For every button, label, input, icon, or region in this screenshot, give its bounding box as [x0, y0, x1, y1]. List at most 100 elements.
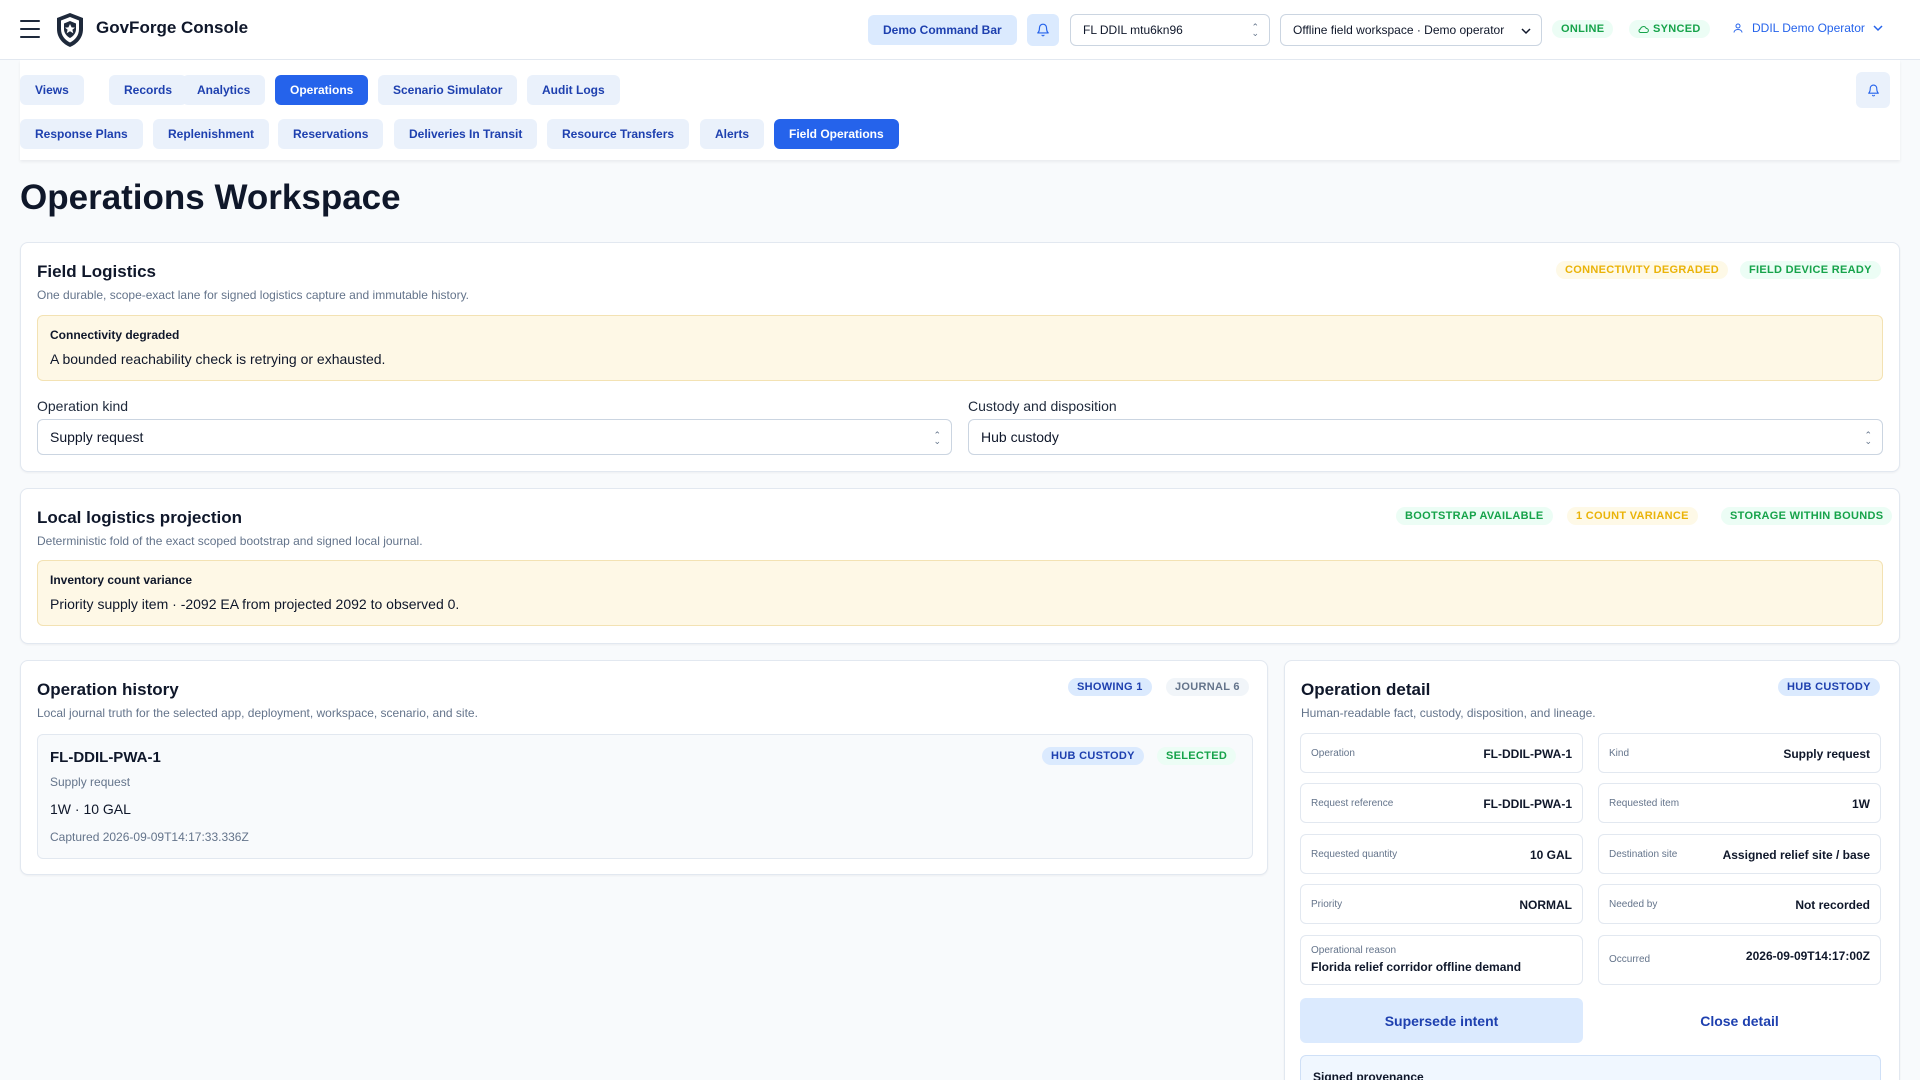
connectivity-notice: Connectivity degraded A bounded reachabi…: [37, 315, 1883, 381]
status-synced-label: SYNCED: [1653, 23, 1701, 35]
custody-select[interactable]: Hub custody ⌃ ⌄: [968, 419, 1883, 455]
user-menu[interactable]: DDIL Demo Operator: [1732, 21, 1883, 35]
ddil-select[interactable]: FL DDIL mtu6kn96 ⌃ ⌄: [1070, 14, 1270, 46]
top-bar: GovForge Console Demo Command Bar FL DDI…: [0, 0, 1920, 60]
tab-views[interactable]: Views: [20, 75, 84, 105]
detail-field-operation: Operation FL-DDIL-PWA-1: [1300, 733, 1583, 773]
menu-icon[interactable]: [20, 20, 40, 38]
workspace-select-value: Offline field workspace · Demo operator: [1293, 23, 1505, 37]
field-label: Request reference: [1311, 798, 1394, 809]
custody-value: Hub custody: [981, 429, 1059, 445]
hub-custody-badge: HUB CUSTODY: [1778, 678, 1880, 696]
detail-field-kind: Kind Supply request: [1598, 733, 1881, 773]
shield-logo: [57, 13, 83, 47]
captured-timestamp: Captured 2026-09-09T14:17:33.336Z: [50, 830, 249, 844]
field-label: Priority: [1311, 899, 1343, 910]
card-subtitle: Human-readable fact, custody, dispositio…: [1301, 706, 1596, 720]
page-title: Operations Workspace: [20, 178, 401, 217]
bell-icon: [1037, 23, 1049, 37]
notice-title: Inventory count variance: [50, 573, 193, 587]
field-value: 2026-09-09T14:17:00Z: [1745, 949, 1870, 963]
detail-field-occurred: Occurred 2026-09-09T14:17:00Z: [1598, 935, 1881, 985]
detail-field-requested-quantity: Requested quantity 10 GAL: [1300, 834, 1583, 874]
field-label: Operation: [1311, 748, 1355, 759]
card-title: Operation history: [37, 680, 179, 699]
card-subtitle: One durable, scope-exact lane for signed…: [37, 288, 470, 302]
operation-kind-value: Supply request: [50, 429, 144, 445]
selected-badge: SELECTED: [1157, 747, 1237, 765]
operation-id: FL-DDIL-PWA-1: [50, 749, 161, 766]
storage-within-bounds-badge: STORAGE WITHIN BOUNDS: [1721, 507, 1893, 525]
field-value: 1W: [1852, 797, 1870, 811]
field-label: Destination site: [1609, 849, 1678, 860]
signed-provenance-panel: Signed provenance: [1300, 1055, 1881, 1080]
history-list-item[interactable]: FL-DDIL-PWA-1 Supply request 1W · 10 GAL…: [37, 734, 1253, 859]
projection-card: Local logistics projection Deterministic…: [20, 488, 1900, 644]
cloud-check-icon: [1638, 25, 1649, 33]
field-value: Florida relief corridor offline demand: [1311, 960, 1522, 974]
detail-field-priority: Priority NORMAL: [1300, 884, 1583, 924]
tab-field-operations[interactable]: Field Operations: [774, 119, 899, 149]
tab-deliveries-in-transit[interactable]: Deliveries In Transit: [394, 119, 538, 149]
tab-resource-transfers[interactable]: Resource Transfers: [547, 119, 690, 149]
field-label: Needed by: [1609, 899, 1658, 910]
tab-alerts[interactable]: Alerts: [700, 119, 765, 149]
field-label: Requested quantity: [1311, 849, 1398, 860]
field-value: NORMAL: [1519, 898, 1572, 912]
status-synced-badge: SYNCED: [1629, 20, 1710, 38]
field-value: Assigned relief site / base: [1722, 848, 1870, 862]
nav-panel: Views Records Analytics Operations Scena…: [20, 60, 1900, 160]
card-subtitle: Local journal truth for the selected app…: [37, 706, 478, 720]
provenance-title: Signed provenance: [1313, 1070, 1424, 1080]
card-title: Field Logistics: [37, 262, 157, 281]
select-arrows-icon: ⌃ ⌄: [1864, 430, 1872, 446]
operation-kind-label: Operation kind: [37, 398, 129, 414]
field-label: Requested item: [1609, 798, 1680, 809]
supersede-intent-button[interactable]: Supersede intent: [1300, 998, 1583, 1043]
custody-label: Custody and disposition: [968, 398, 1117, 414]
command-bar-button[interactable]: Demo Command Bar: [868, 15, 1017, 45]
ddil-select-value: FL DDIL mtu6kn96: [1083, 23, 1183, 37]
notice-title: Connectivity degraded: [50, 328, 180, 342]
field-value: Not recorded: [1795, 898, 1870, 912]
count-variance-badge: 1 COUNT VARIANCE: [1567, 507, 1698, 525]
connectivity-degraded-badge: CONNECTIVITY DEGRADED: [1556, 261, 1728, 279]
select-arrows-icon: ⌃ ⌄: [933, 430, 941, 446]
tab-records[interactable]: Records: [109, 75, 188, 105]
operation-history-card: Operation history Local journal truth fo…: [20, 660, 1268, 875]
nav-notifications-button[interactable]: [1856, 72, 1890, 108]
detail-field-operational-reason: Operational reason Florida relief corrid…: [1300, 935, 1583, 985]
field-logistics-card: Field Logistics One durable, scope-exact…: [20, 242, 1900, 472]
field-value: FL-DDIL-PWA-1: [1483, 747, 1572, 761]
user-icon: [1733, 23, 1743, 33]
close-detail-button[interactable]: Close detail: [1598, 998, 1881, 1043]
tab-operations[interactable]: Operations: [275, 75, 369, 105]
chevron-down-icon: [1873, 25, 1883, 32]
detail-field-destination-site: Destination site Assigned relief site / …: [1598, 834, 1881, 874]
tab-replenishment[interactable]: Replenishment: [153, 119, 270, 149]
tab-reservations[interactable]: Reservations: [278, 119, 384, 149]
select-arrows-icon: ⌃ ⌄: [1251, 22, 1259, 38]
tab-analytics[interactable]: Analytics: [182, 75, 266, 105]
detail-field-request-reference: Request reference FL-DDIL-PWA-1: [1300, 783, 1583, 823]
bootstrap-available-badge: BOOTSTRAP AVAILABLE: [1396, 507, 1553, 525]
field-value: Supply request: [1783, 747, 1870, 761]
notifications-button[interactable]: [1027, 14, 1059, 46]
detail-field-requested-item: Requested item 1W: [1598, 783, 1881, 823]
chevron-down-icon: [1521, 28, 1531, 35]
journal-count-badge: JOURNAL 6: [1166, 678, 1249, 696]
tab-audit-logs[interactable]: Audit Logs: [527, 75, 620, 105]
field-label: Kind: [1609, 748, 1630, 759]
tab-response-plans[interactable]: Response Plans: [20, 119, 143, 149]
status-online-badge: ONLINE: [1552, 20, 1614, 38]
operation-kind: Supply request: [50, 775, 131, 789]
tab-scenario-simulator[interactable]: Scenario Simulator: [378, 75, 518, 105]
user-name: DDIL Demo Operator: [1752, 21, 1865, 35]
app-name: GovForge Console: [96, 18, 249, 37]
card-subtitle: Deterministic fold of the exact scoped b…: [37, 534, 423, 548]
notice-body: Priority supply item · -2092 EA from pro…: [50, 596, 460, 612]
workspace-select[interactable]: Offline field workspace · Demo operator: [1280, 14, 1542, 46]
variance-notice: Inventory count variance Priority supply…: [37, 560, 1883, 626]
operation-kind-select[interactable]: Supply request ⌃ ⌄: [37, 419, 952, 455]
card-title: Operation detail: [1301, 680, 1431, 699]
